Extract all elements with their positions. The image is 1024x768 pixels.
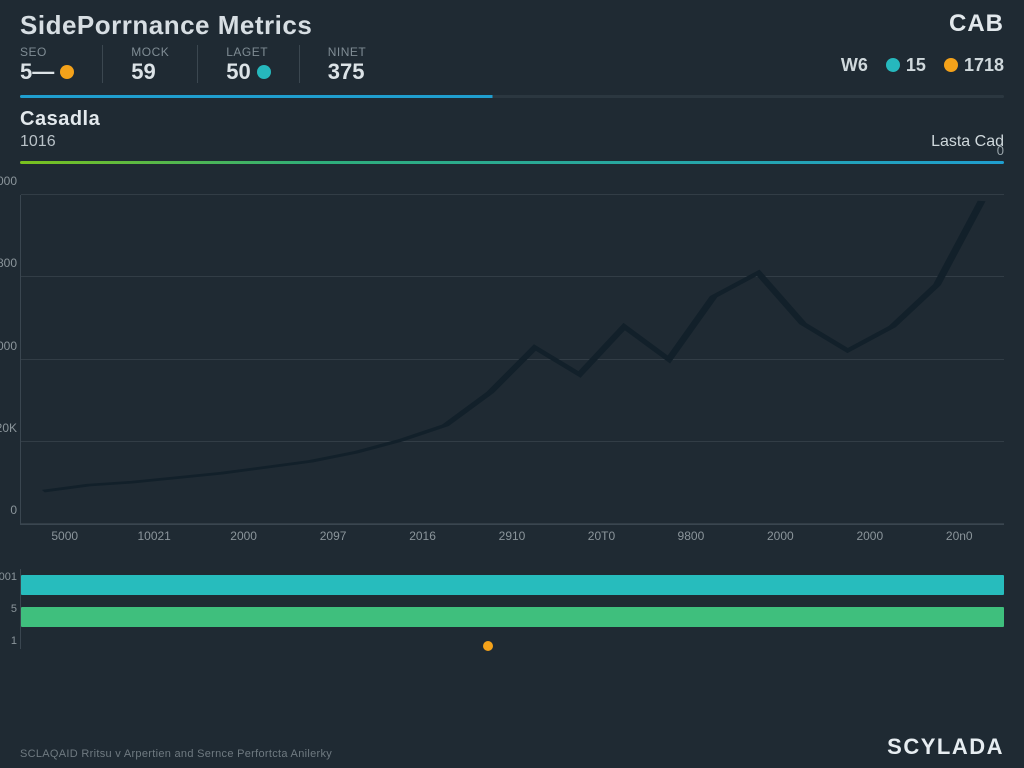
slider-end-label: 0: [997, 143, 1004, 158]
x-tick: 2000: [736, 529, 825, 543]
hbar: [21, 575, 1004, 595]
x-tick: 2000: [825, 529, 914, 543]
y-tick: 2001: [0, 571, 17, 583]
x-axis: 500010021200020972016291020T098002000200…: [20, 529, 1004, 543]
y-tick: 20K: [0, 421, 17, 435]
marker-dot-icon: [483, 641, 493, 651]
section-name: Casadla: [20, 108, 100, 131]
x-tick: 9800: [646, 529, 735, 543]
x-tick: 20T0: [557, 529, 646, 543]
divider: [102, 45, 103, 83]
legend-pair-teal: 15: [886, 55, 926, 76]
section-right-label: Lasta Cad: [931, 133, 1004, 151]
dot-icon: [60, 65, 74, 79]
x-tick: 5000: [20, 529, 109, 543]
x-tick: 20n0: [915, 529, 1004, 543]
metric-seo: SEO 5—: [20, 45, 74, 85]
dot-icon: [886, 58, 900, 72]
header-cab: CAB: [949, 10, 1004, 38]
x-tick: 2016: [378, 529, 467, 543]
range-slider[interactable]: 0: [20, 157, 1004, 167]
footer-caption: SCLAQAID Rritsu v Arpertien and Sernce P…: [20, 748, 332, 760]
lower-chart: 200151: [20, 569, 1004, 649]
section-value: 1016: [20, 133, 100, 151]
x-tick: 2097: [288, 529, 377, 543]
y-tick: 0: [10, 503, 17, 517]
metric-label: SEO: [20, 45, 47, 59]
metrics-right: W6 15 1718: [841, 55, 1004, 76]
x-tick: 2910: [467, 529, 556, 543]
w6-label: W6: [841, 55, 868, 76]
legend-pair-orange: 1718: [944, 55, 1004, 76]
metric-mock: MOCK 59: [131, 45, 169, 85]
x-tick: 2000: [199, 529, 288, 543]
metric-ninet: NINET 375: [328, 45, 367, 85]
dot-icon: [944, 58, 958, 72]
footer-brand: SCYLADA: [887, 734, 1004, 760]
y-tick: 15800: [0, 256, 17, 270]
main-chart: 1100001580011000020K0: [20, 195, 1004, 525]
hbar: [21, 607, 1004, 627]
dot-icon: [257, 65, 271, 79]
metrics-strip: SEO 5— MOCK 59 LAGET 50 NINET 375 W6 15 …: [0, 45, 1024, 91]
metric-laget: LAGET 50: [226, 45, 270, 85]
y-tick: 110000: [0, 339, 17, 353]
y-tick: 5: [11, 603, 17, 615]
divider: [197, 45, 198, 83]
y-tick: 1: [11, 635, 17, 647]
y-tick: 110000: [0, 174, 17, 188]
slider-track: [20, 161, 1004, 164]
divider: [299, 45, 300, 83]
page-title: SidePorrnance Metrics: [20, 10, 312, 41]
x-tick: 10021: [109, 529, 198, 543]
